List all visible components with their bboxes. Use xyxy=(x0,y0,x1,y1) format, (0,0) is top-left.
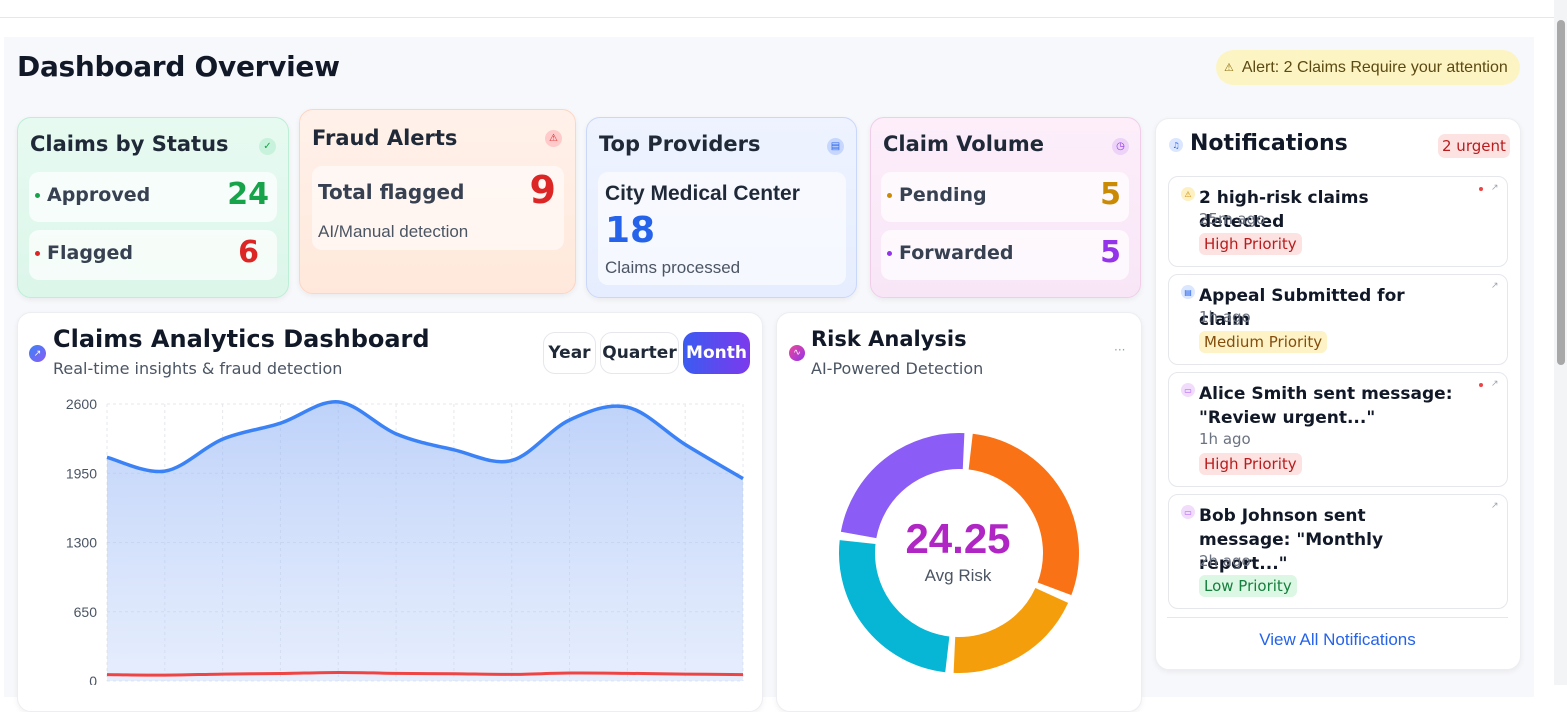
volume-row-forwarded: Forwarded 5 xyxy=(881,230,1129,280)
external-link-icon[interactable]: ↗ xyxy=(1491,281,1499,291)
risk-title: Risk Analysis xyxy=(811,327,967,351)
provider-summary: City Medical Center 18 Claims processed xyxy=(598,172,846,285)
trending-up-icon: ↗ xyxy=(29,345,46,362)
volume-dot xyxy=(887,193,892,198)
message-icon: ▭ xyxy=(1181,383,1195,397)
avg-risk-label: Avg Risk xyxy=(924,566,992,585)
scrollbar[interactable] xyxy=(1554,0,1567,685)
y-tick-label: 0 xyxy=(89,673,97,685)
document-icon: ▤ xyxy=(1181,285,1195,299)
volume-label: Pending xyxy=(899,184,987,206)
provider-subtitle: Claims processed xyxy=(605,258,741,277)
fraud-value: 9 xyxy=(529,168,556,212)
urgent-badge: 2 urgent xyxy=(1438,134,1510,158)
card-title: Claim Volume xyxy=(883,132,1044,156)
warning-icon: ⚠ xyxy=(1181,187,1195,201)
status-row-flagged: Flagged 6 xyxy=(29,230,277,280)
fraud-alerts-card: Fraud Alerts ⚠ Total flagged 9 AI/Manual… xyxy=(299,109,576,294)
external-link-icon[interactable]: ↗ xyxy=(1491,183,1499,193)
status-value: 6 xyxy=(238,235,259,270)
risk-subtitle: AI-Powered Detection xyxy=(811,359,984,378)
volume-value: 5 xyxy=(1100,177,1121,212)
alert-banner[interactable]: ⚠ Alert: 2 Claims Require your attention xyxy=(1216,50,1520,85)
volume-row-pending: Pending 5 xyxy=(881,172,1129,222)
volume-label: Forwarded xyxy=(899,242,1014,264)
notification-title: Alice Smith sent message: "Review urgent… xyxy=(1199,384,1453,428)
document-icon: ▤ xyxy=(827,138,844,155)
activity-icon: ∿ xyxy=(789,345,805,361)
message-icon: ▭ xyxy=(1181,505,1195,519)
notification-item[interactable]: ⚠ 2 high-risk claims detected 25m ago Hi… xyxy=(1168,176,1508,267)
alert-text: Alert: 2 Claims Require your attention xyxy=(1241,58,1508,76)
alert-triangle-icon: ⚠ xyxy=(545,130,562,147)
divider xyxy=(1167,617,1508,618)
status-dot xyxy=(35,251,40,256)
y-tick-label: 2600 xyxy=(66,396,97,412)
range-year-button[interactable]: Year xyxy=(543,332,596,374)
range-quarter-button[interactable]: Quarter xyxy=(600,332,679,374)
y-tick-label: 1950 xyxy=(66,465,97,481)
fraud-subtitle: AI/Manual detection xyxy=(318,222,469,241)
notification-time: 2h ago xyxy=(1199,552,1251,570)
status-value: 24 xyxy=(227,177,269,212)
more-options-icon[interactable]: ··· xyxy=(1114,343,1125,357)
claims-by-status-card: Claims by Status ✓ Approved 24 Flagged 6 xyxy=(17,117,289,298)
warning-icon: ⚠ xyxy=(1224,62,1234,74)
notification-item[interactable]: ▤ Appeal Submitted for claim 1h ago Medi… xyxy=(1168,274,1508,365)
external-link-icon[interactable]: ↗ xyxy=(1491,379,1499,389)
volume-dot xyxy=(887,251,892,256)
y-tick-label: 1300 xyxy=(66,535,97,551)
fraud-label: Total flagged xyxy=(318,180,465,204)
page-title: Dashboard Overview xyxy=(17,50,340,83)
external-link-icon[interactable]: ↗ xyxy=(1491,501,1499,511)
donut-slice[interactable] xyxy=(953,587,1069,673)
bell-icon: ♫ xyxy=(1169,138,1183,152)
top-providers-card: Top Providers ▤ City Medical Center 18 C… xyxy=(586,117,857,298)
y-tick-label: 650 xyxy=(74,604,98,620)
range-month-button[interactable]: Month xyxy=(683,332,750,374)
unread-dot xyxy=(1479,187,1483,191)
fraud-summary: Total flagged 9 AI/Manual detection xyxy=(312,166,564,250)
status-label: Approved xyxy=(47,184,151,206)
provider-name: City Medical Center xyxy=(605,182,800,205)
card-title: Top Providers xyxy=(599,132,761,156)
scrollbar-thumb[interactable] xyxy=(1557,20,1565,365)
analytics-subtitle: Real-time insights & fraud detection xyxy=(53,359,343,378)
provider-value: 18 xyxy=(605,210,656,251)
priority-badge: Medium Priority xyxy=(1199,331,1328,353)
claims-area-chart: 2600 1950 1300 650 0 xyxy=(66,396,744,685)
claim-volume-card: Claim Volume ◷ Pending 5 Forwarded 5 xyxy=(870,117,1141,298)
avg-risk-value: 24.25 xyxy=(905,515,1011,562)
volume-value: 5 xyxy=(1100,235,1121,270)
view-all-notifications-link[interactable]: View All Notifications xyxy=(1167,630,1508,650)
clock-icon: ◷ xyxy=(1112,138,1129,155)
check-circle-icon: ✓ xyxy=(259,138,276,155)
priority-badge: Low Priority xyxy=(1199,575,1297,597)
notification-item[interactable]: ▭ Bob Johnson sent message: "Monthly rep… xyxy=(1168,494,1508,609)
unread-dot xyxy=(1479,383,1483,387)
status-row-approved: Approved 24 xyxy=(29,172,277,222)
card-title: Fraud Alerts xyxy=(312,126,458,150)
notification-time: 1h ago xyxy=(1199,430,1251,448)
browser-top-bar xyxy=(0,0,1567,18)
notification-time: 25m ago xyxy=(1199,210,1266,228)
card-title: Claims by Status xyxy=(30,132,229,156)
priority-badge: High Priority xyxy=(1199,233,1302,255)
priority-badge: High Priority xyxy=(1199,453,1302,475)
notification-item[interactable]: ▭ Alice Smith sent message: "Review urge… xyxy=(1168,372,1508,487)
analytics-title: Claims Analytics Dashboard xyxy=(53,325,430,353)
status-label: Flagged xyxy=(47,242,134,264)
notification-time: 1h ago xyxy=(1199,308,1251,326)
notifications-title: Notifications xyxy=(1190,131,1348,156)
status-dot xyxy=(35,193,40,198)
